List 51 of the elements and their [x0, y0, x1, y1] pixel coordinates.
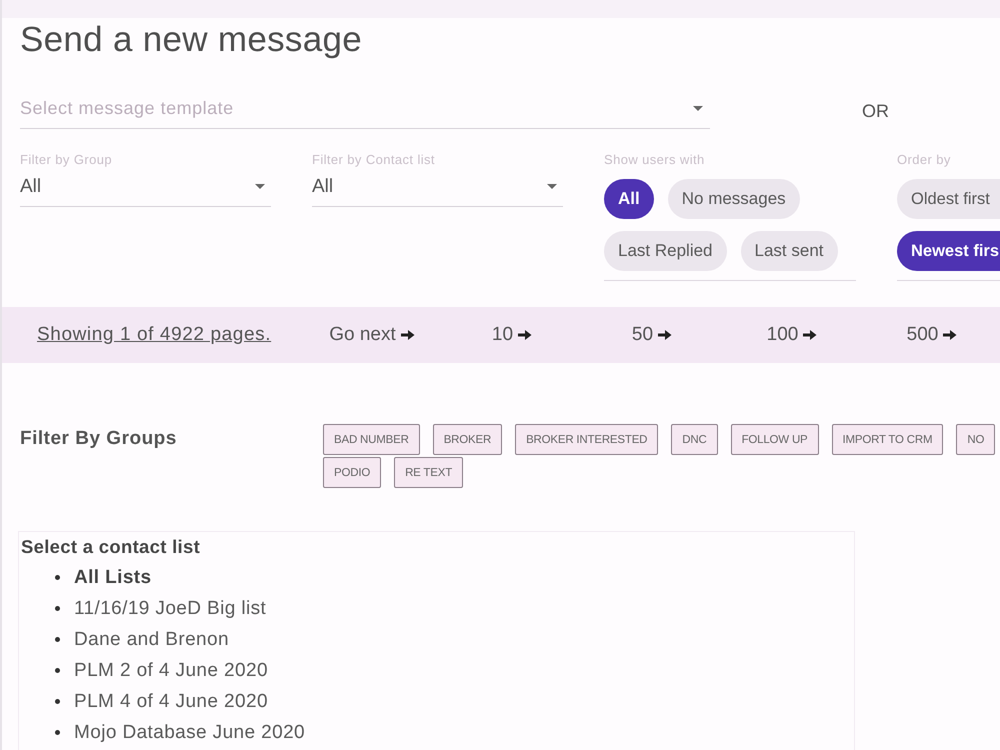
sort-chip[interactable]: Newest firs [897, 231, 1000, 271]
filter-chip[interactable]: Last sent [740, 231, 838, 271]
group-tag-button[interactable]: DNC [671, 424, 718, 455]
contact-list-item[interactable]: Dane and Brenon [74, 628, 229, 650]
field-label: Order by [897, 153, 952, 167]
group-tag-button[interactable]: BAD NUMBER [323, 424, 420, 455]
group-tag-button[interactable]: FOLLOW UP [730, 424, 819, 455]
page-step-button[interactable]: 500 [906, 324, 958, 346]
bullet-icon [55, 730, 60, 735]
bullet-icon [55, 668, 60, 673]
or-label: OR [862, 100, 889, 122]
group-tag-button[interactable]: BROKER [432, 424, 502, 455]
page-step-button[interactable]: 10 [492, 324, 532, 346]
page-title: Send a new message [20, 21, 364, 59]
group-tag-button[interactable]: IMPORT TO CRM [832, 424, 944, 455]
dropdown-caret-icon [255, 184, 265, 189]
filter-select[interactable]: All [312, 167, 563, 207]
filter-chip[interactable]: Last Replied [604, 231, 727, 271]
group-tag-button[interactable]: BROKER INTERESTED [515, 424, 658, 455]
arrow-right-icon [943, 329, 958, 341]
pagination-status-link[interactable]: Showing 1 of 4922 pages. [37, 324, 272, 346]
group-tag-button[interactable]: PODIO [323, 457, 382, 488]
filter-chip[interactable]: No messages [668, 179, 800, 219]
bullet-icon [55, 637, 60, 642]
dropdown-caret-icon [547, 184, 557, 189]
section-label: Filter By Groups [20, 428, 178, 451]
page-step-button[interactable]: 100 [766, 324, 818, 346]
sort-chip[interactable]: Oldest first [897, 179, 1000, 219]
filter-select[interactable]: All [20, 167, 271, 207]
arrow-right-icon [803, 329, 818, 341]
dropdown-caret-icon [693, 106, 703, 111]
arrow-right-icon [518, 329, 532, 341]
contact-list-title: Select a contact list [21, 535, 200, 559]
contact-list-item[interactable]: All Lists [74, 566, 152, 588]
arrow-right-icon [400, 329, 415, 341]
field-label: Show users with [604, 153, 706, 167]
contact-list-item[interactable]: PLM 4 of 4 June 2020 [74, 690, 268, 712]
contact-list-item[interactable]: PLM 2 of 4 June 2020 [74, 660, 268, 682]
group-tag-button[interactable]: NO [956, 424, 996, 455]
contact-list-item[interactable]: Mojo Database June 2020 [74, 722, 306, 744]
filter-chip[interactable]: All [604, 179, 654, 219]
group-tag-button[interactable]: RE TEXT [394, 457, 464, 488]
page-step-button[interactable]: Go next [329, 324, 415, 346]
bullet-icon [55, 575, 60, 580]
field-label: Filter by Group [20, 153, 113, 167]
bullet-icon [55, 606, 60, 611]
page-step-button[interactable]: 50 [632, 324, 672, 346]
arrow-right-icon [658, 329, 672, 341]
contact-list-item[interactable]: 11/16/19 JoeD Big list [74, 598, 266, 620]
bullet-icon [55, 699, 60, 704]
field-label: Filter by Contact list [312, 153, 436, 167]
